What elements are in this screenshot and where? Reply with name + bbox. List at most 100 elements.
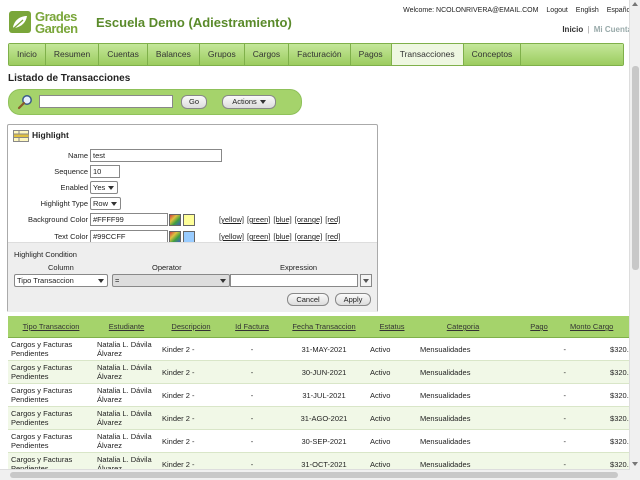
actions-button[interactable]: Actions xyxy=(222,95,276,109)
tab-bar-filler xyxy=(521,44,623,65)
header-estudiante[interactable]: Estudiante xyxy=(94,316,159,338)
search-bar: Go Actions xyxy=(8,89,302,115)
tab-conceptos[interactable]: Conceptos xyxy=(463,44,522,65)
scroll-up-icon[interactable] xyxy=(632,2,638,6)
header-pago[interactable]: Pago xyxy=(509,316,569,338)
tab-cuentas[interactable]: Cuentas xyxy=(99,44,148,65)
header-monto-cargo[interactable]: Monto Cargo xyxy=(569,316,630,338)
tab-cargos[interactable]: Cargos xyxy=(244,44,290,65)
bg-red-link[interactable]: [red] xyxy=(325,215,340,224)
bg-yellow-link[interactable]: [yellow] xyxy=(219,215,244,224)
school-title: Escuela Demo (Adiestramiento) xyxy=(96,15,292,30)
tab-balances[interactable]: Balances xyxy=(147,44,200,65)
condition-title: Highlight Condition xyxy=(14,250,77,259)
horizontal-scrollbar[interactable] xyxy=(0,469,630,480)
vertical-scrollbar[interactable] xyxy=(629,0,640,480)
highlight-title: Highlight xyxy=(32,130,69,140)
cell-fecha: 31-JUL-2021 xyxy=(281,383,367,407)
header-fecha-transaccion[interactable]: Fecha Transaccion xyxy=(281,316,367,338)
operator-header: Operator xyxy=(152,263,182,272)
cell-fecha: 30-SEP-2021 xyxy=(281,429,367,453)
cancel-button[interactable]: Cancel xyxy=(287,293,329,306)
cell-categoria: Mensualidades xyxy=(417,429,509,453)
text-yellow-link[interactable]: [yellow] xyxy=(219,232,244,241)
cell-monto: $320.0 xyxy=(569,360,630,384)
english-link[interactable]: English xyxy=(576,7,599,14)
cell-categoria: Mensualidades xyxy=(417,337,509,361)
header-descripcion[interactable]: Descripcion xyxy=(159,316,223,338)
cell-id-factura: - xyxy=(223,383,281,407)
tab-pagos[interactable]: Pagos xyxy=(350,44,392,65)
enabled-select[interactable]: Yes xyxy=(90,181,119,194)
bg-blue-link[interactable]: [blue] xyxy=(273,215,291,224)
cell-tipo: Cargos y Facturas Pendientes xyxy=(8,337,94,361)
apply-button[interactable]: Apply xyxy=(335,293,371,306)
header-estatus[interactable]: Estatus xyxy=(367,316,417,338)
link-separator: | xyxy=(587,25,590,34)
bg-orange-link[interactable]: [orange] xyxy=(295,215,323,224)
cell-monto: $320.0 xyxy=(569,383,630,407)
cell-monto: $320.0 xyxy=(569,406,630,430)
mi-cuenta-link[interactable]: Mi Cuenta xyxy=(594,25,632,34)
cell-pago: - xyxy=(509,429,569,453)
cell-monto: $320.0 xyxy=(569,429,630,453)
tab-facturacion[interactable]: Facturación xyxy=(289,44,351,65)
header-id-factura[interactable]: Id Factura xyxy=(223,316,281,338)
table-row[interactable]: Cargos y Facturas Pendientes Natalia L. … xyxy=(8,337,630,361)
column-header: Column xyxy=(48,263,74,272)
table-icon xyxy=(13,130,29,142)
operator-select[interactable]: = xyxy=(112,274,230,287)
text-color-options: [yellow] [green] [blue] [orange] [red] xyxy=(219,232,343,241)
text-red-link[interactable]: [red] xyxy=(325,232,340,241)
tab-transacciones[interactable]: Transacciones xyxy=(391,44,464,65)
name-field[interactable]: test xyxy=(90,149,222,162)
vertical-scroll-thumb[interactable] xyxy=(632,66,639,270)
cell-estatus: Activo xyxy=(367,429,417,453)
color-picker-icon[interactable] xyxy=(169,214,181,226)
cell-fecha: 31-MAY-2021 xyxy=(281,337,367,361)
table-row[interactable]: Cargos y Facturas Pendientes Natalia L. … xyxy=(8,383,630,407)
cell-estatus: Activo xyxy=(367,337,417,361)
table-row[interactable]: Cargos y Facturas Pendientes Natalia L. … xyxy=(8,360,630,384)
tab-inicio[interactable]: Inicio xyxy=(9,44,46,65)
cell-tipo: Cargos y Facturas Pendientes xyxy=(8,406,94,430)
inicio-link[interactable]: Inicio xyxy=(562,25,583,34)
cell-categoria: Mensualidades xyxy=(417,406,509,430)
tab-resumen[interactable]: Resumen xyxy=(45,44,100,65)
cell-tipo: Cargos y Facturas Pendientes xyxy=(8,360,94,384)
cell-fecha: 30-JUN-2021 xyxy=(281,360,367,384)
background-color-label: Background Color xyxy=(27,215,88,224)
horizontal-scroll-thumb[interactable] xyxy=(10,472,618,478)
expression-header: Expression xyxy=(280,263,318,272)
background-color-swatch xyxy=(183,214,195,226)
table-row[interactable]: Cargos y Facturas Pendientes Natalia L. … xyxy=(8,406,630,430)
search-input[interactable] xyxy=(39,95,173,108)
header-tipo-transaccion[interactable]: Tipo Transaccion xyxy=(8,316,94,338)
scroll-down-icon[interactable] xyxy=(632,462,638,466)
highlight-type-select[interactable]: Row xyxy=(90,197,122,210)
sequence-field[interactable]: 10 xyxy=(90,165,120,178)
expression-input[interactable] xyxy=(230,274,358,287)
top-links: Welcome: NCOLONRIVERA@EMAIL.COM Logout E… xyxy=(397,7,632,14)
cell-estatus: Activo xyxy=(367,383,417,407)
bg-green-link[interactable]: [green] xyxy=(247,215,270,224)
logout-link[interactable]: Logout xyxy=(546,7,567,14)
column-select[interactable]: Tipo Transaccion xyxy=(14,274,108,287)
go-button[interactable]: Go xyxy=(181,95,207,109)
highlight-type-label: Highlight Type xyxy=(40,199,88,208)
sequence-label: Sequence xyxy=(54,167,88,176)
text-green-link[interactable]: [green] xyxy=(247,232,270,241)
grades-garden-logo[interactable]: Grades Garden xyxy=(8,8,92,38)
search-icon[interactable] xyxy=(17,94,33,110)
table-row[interactable]: Cargos y Facturas Pendientes Natalia L. … xyxy=(8,429,630,453)
header-categoria[interactable]: Categoria xyxy=(417,316,509,338)
tab-grupos[interactable]: Grupos xyxy=(199,44,245,65)
background-color-field[interactable]: #FFFF99 xyxy=(90,213,168,226)
cell-descripcion: Kinder 2 - xyxy=(159,360,223,384)
text-orange-link[interactable]: [orange] xyxy=(295,232,323,241)
cell-categoria: Mensualidades xyxy=(417,383,509,407)
text-blue-link[interactable]: [blue] xyxy=(273,232,291,241)
cell-estudiante: Natalia L. Dávila Álvarez xyxy=(94,406,159,430)
highlight-panel: Highlight Name test Sequence 10 Enabled … xyxy=(7,124,378,312)
expression-dropdown-button[interactable] xyxy=(360,274,372,287)
